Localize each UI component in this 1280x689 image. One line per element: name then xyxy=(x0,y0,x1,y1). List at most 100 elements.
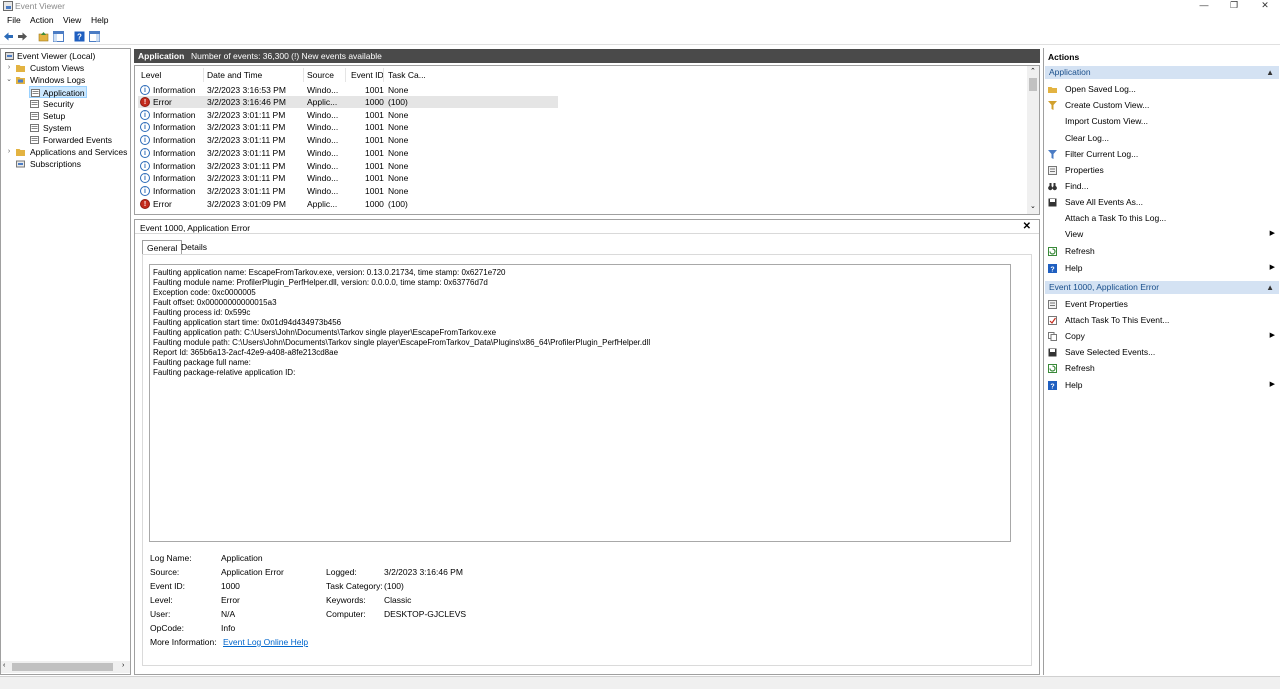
tree-item-apps-services-logs[interactable]: › Applications and Services Lo xyxy=(1,146,130,158)
console-tree: Event Viewer (Local) › Custom Views ⌄ Wi… xyxy=(0,48,131,675)
tree-item-custom-views[interactable]: › Custom Views xyxy=(1,62,130,74)
table-row[interactable]: i Information 3/2/2023 3:01:11 PM Windo.… xyxy=(138,147,558,159)
action-copy[interactable]: Copy ▶ xyxy=(1047,329,1277,343)
event-viewer-icon xyxy=(5,52,14,60)
tree-item-root[interactable]: Event Viewer (Local) xyxy=(1,50,130,62)
back-arrow-icon[interactable] xyxy=(3,31,14,42)
action-help[interactable]: ? Help ▶ xyxy=(1047,261,1277,275)
tab-details[interactable]: Details xyxy=(177,240,211,255)
menu-action[interactable]: Action xyxy=(30,15,54,25)
chevron-right-icon[interactable]: › xyxy=(5,146,13,158)
chevron-down-icon[interactable]: ⌄ xyxy=(5,74,13,86)
properties-icon xyxy=(1048,166,1057,175)
column-header-task-category[interactable]: Task Ca... xyxy=(388,70,426,80)
collapse-caret-icon[interactable]: ▲ xyxy=(1266,281,1274,294)
column-header-level[interactable]: Level xyxy=(141,70,161,80)
action-import-custom-view[interactable]: Import Custom View... xyxy=(1047,114,1277,128)
table-row[interactable]: i Information 3/2/2023 3:01:11 PM Windo.… xyxy=(138,172,558,184)
menu-view[interactable]: View xyxy=(63,15,81,25)
event-viewer-app-icon xyxy=(3,1,13,11)
action-save-selected-events[interactable]: Save Selected Events... xyxy=(1047,345,1277,359)
title-bar: Event Viewer — ❐ ✕ xyxy=(0,0,1280,13)
scroll-up-icon[interactable]: ⌃ xyxy=(1030,67,1036,75)
show-hide-console-tree-icon[interactable] xyxy=(53,31,64,42)
binoculars-icon xyxy=(1048,183,1057,191)
scroll-left-icon[interactable]: ‹ xyxy=(3,662,5,669)
event-description[interactable]: Faulting application name: EscapeFromTar… xyxy=(149,264,1011,542)
tree-item-forwarded-events[interactable]: Forwarded Events xyxy=(1,134,130,146)
label-computer: Computer: xyxy=(326,609,366,619)
event-list-vertical-scrollbar[interactable]: ⌃ ⌄ xyxy=(1027,66,1039,214)
action-find[interactable]: Find... xyxy=(1047,179,1277,193)
close-icon[interactable]: ✕ xyxy=(1023,221,1031,232)
table-row[interactable]: ! Error 3/2/2023 3:01:09 PM Applic... 10… xyxy=(138,198,558,210)
show-hide-action-pane-icon[interactable] xyxy=(89,31,100,42)
scrollbar-thumb[interactable] xyxy=(1029,78,1037,91)
cell-source: Windo... xyxy=(307,161,339,171)
help-icon[interactable]: ? xyxy=(74,31,85,42)
label-source: Source: xyxy=(150,567,180,577)
table-row[interactable]: i Information 3/2/2023 3:01:11 PM Windo.… xyxy=(138,109,558,121)
table-row-selected[interactable]: ! Error 3/2/2023 3:16:46 PM Applic... 10… xyxy=(138,96,558,108)
label-keywords: Keywords: xyxy=(326,595,366,605)
cell-source: Windo... xyxy=(307,135,339,145)
action-clear-log[interactable]: Clear Log... xyxy=(1047,131,1277,145)
cell-task: None xyxy=(388,122,409,132)
cell-source: Applic... xyxy=(307,97,338,107)
event-log-online-help-link[interactable]: Event Log Online Help xyxy=(223,637,308,647)
column-divider[interactable] xyxy=(345,68,346,82)
action-properties[interactable]: Properties xyxy=(1047,163,1277,177)
action-filter-current-log[interactable]: Filter Current Log... xyxy=(1047,147,1277,161)
collapse-caret-icon[interactable]: ▲ xyxy=(1266,66,1274,79)
cell-task: (100) xyxy=(388,199,408,209)
action-save-all-events-as[interactable]: Save All Events As... xyxy=(1047,195,1277,209)
action-refresh[interactable]: Refresh xyxy=(1047,244,1277,258)
action-attach-task-to-log[interactable]: Attach a Task To this Log... xyxy=(1047,211,1277,225)
description-line: Faulting process id: 0x599c xyxy=(153,308,251,317)
actions-section-event[interactable]: Event 1000, Application Error ▲ xyxy=(1045,281,1279,294)
column-header-event-id[interactable]: Event ID xyxy=(351,70,384,80)
toolbar: ? xyxy=(0,28,1280,45)
action-event-properties[interactable]: Event Properties xyxy=(1047,297,1277,311)
table-row[interactable]: i Information 3/2/2023 3:01:11 PM Windo.… xyxy=(138,121,558,133)
column-divider[interactable] xyxy=(203,68,204,82)
action-create-custom-view[interactable]: Create Custom View... xyxy=(1047,98,1277,112)
action-help[interactable]: ? Help ▶ xyxy=(1047,378,1277,392)
action-open-saved-log[interactable]: Open Saved Log... xyxy=(1047,82,1277,96)
label-logged: Logged: xyxy=(326,567,357,577)
action-label: Event Properties xyxy=(1065,299,1128,309)
action-label: View xyxy=(1065,229,1084,239)
column-header-datetime[interactable]: Date and Time xyxy=(207,70,262,80)
tree-horizontal-scrollbar[interactable]: ‹ › xyxy=(1,661,130,673)
tree-item-setup[interactable]: Setup xyxy=(1,110,130,122)
action-attach-task-to-event[interactable]: Attach Task To This Event... xyxy=(1047,313,1277,327)
scrollbar-thumb[interactable] xyxy=(12,663,113,671)
column-divider[interactable] xyxy=(303,68,304,82)
tree-item-security[interactable]: Security xyxy=(1,98,130,110)
restore-button[interactable]: ❐ xyxy=(1219,0,1249,12)
action-refresh[interactable]: Refresh xyxy=(1047,361,1277,375)
table-row[interactable]: i Information 3/2/2023 3:16:53 PM Windo.… xyxy=(138,84,558,96)
close-window-button[interactable]: ✕ xyxy=(1250,0,1280,12)
tree-item-application[interactable]: Application xyxy=(29,86,87,98)
chevron-right-icon[interactable]: › xyxy=(5,62,13,74)
tree-item-system[interactable]: System xyxy=(1,122,130,134)
column-header-source[interactable]: Source xyxy=(307,70,334,80)
menu-file[interactable]: File xyxy=(7,15,21,25)
table-row[interactable]: i Information 3/2/2023 3:01:11 PM Windo.… xyxy=(138,185,558,197)
label-more-information: More Information: xyxy=(150,637,217,647)
menu-help[interactable]: Help xyxy=(91,15,108,25)
forward-arrow-icon[interactable] xyxy=(17,31,28,42)
tree-item-subscriptions[interactable]: Subscriptions xyxy=(1,158,130,170)
tree-item-windows-logs[interactable]: ⌄ Windows Logs xyxy=(1,74,130,86)
actions-section-application[interactable]: Application ▲ xyxy=(1045,66,1279,79)
scroll-right-icon[interactable]: › xyxy=(122,662,124,669)
minimize-button[interactable]: — xyxy=(1189,0,1219,12)
action-view[interactable]: View ▶ xyxy=(1047,227,1277,241)
up-folder-icon[interactable] xyxy=(38,31,49,42)
folder-icon xyxy=(16,149,25,156)
table-row[interactable]: i Information 3/2/2023 3:01:11 PM Windo.… xyxy=(138,134,558,146)
scroll-down-icon[interactable]: ⌄ xyxy=(1030,202,1036,210)
table-row[interactable]: i Information 3/2/2023 3:01:11 PM Windo.… xyxy=(138,160,558,172)
column-divider[interactable] xyxy=(383,68,384,82)
